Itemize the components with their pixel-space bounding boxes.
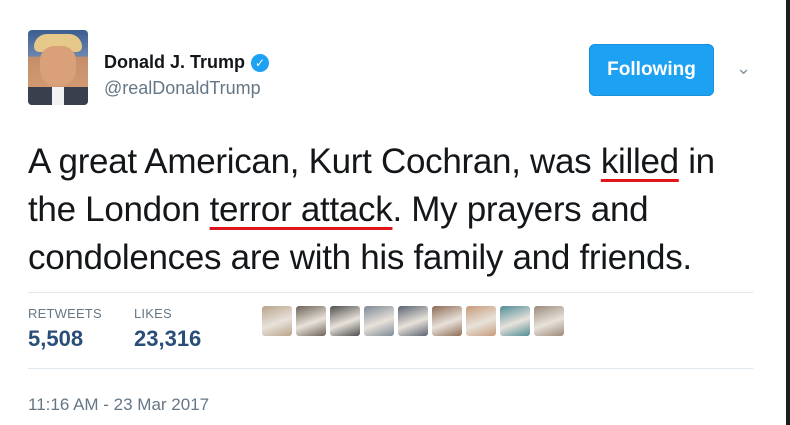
liker-avatar[interactable] — [296, 306, 326, 336]
divider-top — [28, 292, 753, 293]
profile-avatar[interactable] — [28, 30, 88, 105]
display-name-row[interactable]: Donald J. Trump ✓ — [104, 52, 270, 73]
avatar-shirt — [52, 87, 64, 105]
retweets-label: RETWEETS — [28, 306, 102, 321]
tweet-text-segment: in — [678, 142, 715, 181]
tweet-line-2: the London terror attack. My prayers and — [28, 186, 748, 234]
liker-avatars — [262, 306, 564, 336]
tweet-line-1: A great American, Kurt Cochran, was kill… — [28, 138, 748, 186]
following-button[interactable]: Following — [589, 44, 714, 96]
tweet-text-segment: the London — [28, 190, 210, 229]
verified-badge-icon: ✓ — [251, 53, 270, 72]
divider-bottom — [28, 368, 753, 369]
liker-avatar[interactable] — [466, 306, 496, 336]
display-name[interactable]: Donald J. Trump — [104, 52, 245, 73]
retweets-count[interactable]: 5,508 — [28, 326, 83, 352]
liker-avatar[interactable] — [500, 306, 530, 336]
likes-count[interactable]: 23,316 — [134, 326, 201, 352]
liker-avatar[interactable] — [432, 306, 462, 336]
tweet-text-segment: . My prayers and — [392, 190, 649, 229]
liker-avatar[interactable] — [330, 306, 360, 336]
user-handle[interactable]: @realDonaldTrump — [104, 78, 261, 99]
liker-avatar[interactable] — [398, 306, 428, 336]
avatar-face — [40, 46, 76, 86]
liker-avatar[interactable] — [364, 306, 394, 336]
likes-label: LIKES — [134, 306, 172, 321]
tweet-line-3: condolences are with his family and frie… — [28, 238, 692, 277]
tweet-card: Donald J. Trump ✓ @realDonaldTrump Follo… — [0, 0, 790, 425]
underlined-phrase-terror-attack: terror attack — [209, 190, 393, 229]
chevron-down-icon[interactable]: ⌄ — [736, 58, 751, 79]
tweet-timestamp[interactable]: 11:16 AM - 23 Mar 2017 — [28, 395, 209, 415]
liker-avatar[interactable] — [534, 306, 564, 336]
underlined-word-killed: killed — [600, 142, 679, 181]
tweet-text: A great American, Kurt Cochran, was kill… — [28, 138, 748, 282]
liker-avatar[interactable] — [262, 306, 292, 336]
tweet-text-segment: A great American, Kurt Cochran, was — [28, 142, 601, 181]
